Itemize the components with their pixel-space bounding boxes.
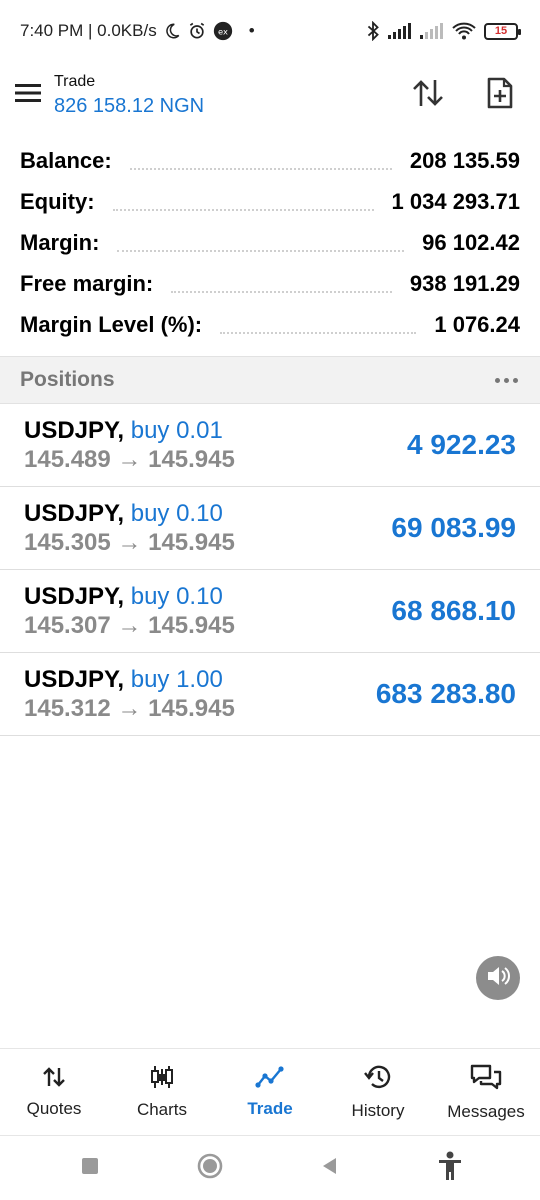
signal-weak-icon <box>420 23 444 39</box>
speaker-icon <box>486 965 510 992</box>
menu-icon <box>15 83 41 108</box>
position-row[interactable]: USDJPY, buy 0.10 145.305 → 145.945 69 08… <box>0 487 540 570</box>
battery-icon: 15 <box>484 22 521 40</box>
page-title: Trade <box>54 73 96 90</box>
summary-value: 1 034 293.71 <box>391 188 520 214</box>
svg-text:ex: ex <box>218 26 228 36</box>
accessibility-icon <box>437 1151 463 1186</box>
account-summary: Balance: 208 135.59 Equity: 1 034 293.71… <box>0 140 540 345</box>
recents-button[interactable] <box>70 1148 110 1188</box>
sort-icon <box>412 78 444 113</box>
nav-label: Messages <box>447 1101 525 1121</box>
home-button[interactable] <box>190 1148 230 1188</box>
position-profit: 69 083.99 <box>391 512 516 543</box>
summary-label: Margin: <box>20 229 100 255</box>
position-prices: 145.312 → 145.945 <box>24 695 235 722</box>
summary-value: 938 191.29 <box>409 270 520 296</box>
messages-icon <box>470 1063 502 1096</box>
position-symbol: USDJPY, <box>24 417 125 444</box>
dotted-leader <box>220 331 417 334</box>
position-symbol: USDJPY, <box>24 500 125 527</box>
position-side: buy 1.00 <box>130 666 223 693</box>
position-side: buy 0.01 <box>130 417 223 444</box>
dotted-leader <box>117 249 405 252</box>
position-row[interactable]: USDJPY, buy 1.00 145.312 → 145.945 683 2… <box>0 653 540 736</box>
position-side: buy 0.10 <box>130 583 223 610</box>
quotes-icon <box>42 1066 66 1093</box>
dotted-leader <box>112 208 374 211</box>
more-dot-icon <box>512 377 518 383</box>
battery-level: 15 <box>494 25 508 37</box>
sort-button[interactable] <box>408 75 448 115</box>
summary-row-balance: Balance: 208 135.59 <box>0 140 540 181</box>
square-icon <box>81 1157 99 1180</box>
summary-label: Margin Level (%): <box>20 311 203 337</box>
bottom-navigation: Quotes Charts Trade History Messages <box>0 1048 540 1136</box>
nav-label: Trade <box>247 1098 293 1118</box>
nav-label: History <box>351 1100 405 1120</box>
summary-value: 1 076.24 <box>434 311 520 337</box>
history-icon <box>363 1064 393 1095</box>
status-dot: • <box>248 21 255 40</box>
charts-icon <box>150 1065 174 1094</box>
positions-header: Positions <box>0 356 540 404</box>
signal-icon <box>388 23 412 39</box>
position-profit: 683 283.80 <box>375 678 516 709</box>
status-time: 7:40 PM | 0.0KB/s <box>20 21 157 40</box>
new-order-icon <box>486 77 514 114</box>
speaker-button[interactable] <box>476 956 520 1000</box>
accessibility-button[interactable] <box>430 1148 470 1188</box>
summary-row-margin: Margin: 96 102.42 <box>0 222 540 263</box>
more-dot-icon <box>503 377 509 383</box>
position-side: buy 0.10 <box>130 500 223 527</box>
more-options-button[interactable] <box>492 368 520 392</box>
dotted-leader <box>129 167 392 170</box>
summary-label: Equity: <box>20 188 95 214</box>
exness-icon: ex <box>213 21 233 41</box>
positions-list: USDJPY, buy 0.01 145.489 → 145.945 4 922… <box>0 404 540 736</box>
summary-value: 96 102.42 <box>422 229 520 255</box>
summary-label: Free margin: <box>20 270 154 296</box>
position-profit: 4 922.23 <box>407 429 516 460</box>
new-order-button[interactable] <box>480 75 520 115</box>
dotted-leader <box>171 290 392 293</box>
nav-label: Charts <box>136 1099 188 1119</box>
system-navigation <box>0 1136 540 1200</box>
positions-title: Positions <box>20 368 115 391</box>
moon-icon <box>163 22 181 40</box>
summary-value: 208 135.59 <box>409 147 520 173</box>
bluetooth-icon <box>366 21 380 41</box>
position-symbol: USDJPY, <box>24 666 125 693</box>
app-header: Trade 826 158.12 NGN <box>0 62 540 128</box>
summary-label: Balance: <box>20 147 112 173</box>
status-bar: 7:40 PM | 0.0KB/s ex • 15 <box>0 0 540 62</box>
position-symbol: USDJPY, <box>24 583 125 610</box>
summary-row-equity: Equity: 1 034 293.71 <box>0 181 540 222</box>
more-dot-icon <box>494 377 500 383</box>
back-button[interactable] <box>310 1148 350 1188</box>
alarm-icon <box>187 21 207 41</box>
nav-label: Quotes <box>26 1098 82 1118</box>
account-balance-subtitle: 826 158.12 NGN <box>54 95 205 117</box>
summary-row-free-margin: Free margin: 938 191.29 <box>0 263 540 304</box>
position-prices: 145.305 → 145.945 <box>24 529 235 556</box>
nav-history[interactable]: History <box>324 1049 432 1135</box>
circle-icon <box>196 1152 224 1185</box>
summary-row-margin-level: Margin Level (%): 1 076.24 <box>0 304 540 345</box>
nav-quotes[interactable]: Quotes <box>0 1049 108 1135</box>
wifi-icon <box>452 22 476 40</box>
position-row[interactable]: USDJPY, buy 0.01 145.489 → 145.945 4 922… <box>0 404 540 487</box>
nav-trade[interactable]: Trade <box>216 1049 324 1135</box>
nav-messages[interactable]: Messages <box>432 1049 540 1135</box>
nav-charts[interactable]: Charts <box>108 1049 216 1135</box>
position-profit: 68 868.10 <box>391 595 516 626</box>
back-triangle-icon <box>320 1156 340 1181</box>
position-prices: 145.489 → 145.945 <box>24 446 235 473</box>
menu-button[interactable] <box>0 65 58 125</box>
position-prices: 145.307 → 145.945 <box>24 612 235 639</box>
trade-icon <box>255 1065 285 1093</box>
position-row[interactable]: USDJPY, buy 0.10 145.307 → 145.945 68 86… <box>0 570 540 653</box>
